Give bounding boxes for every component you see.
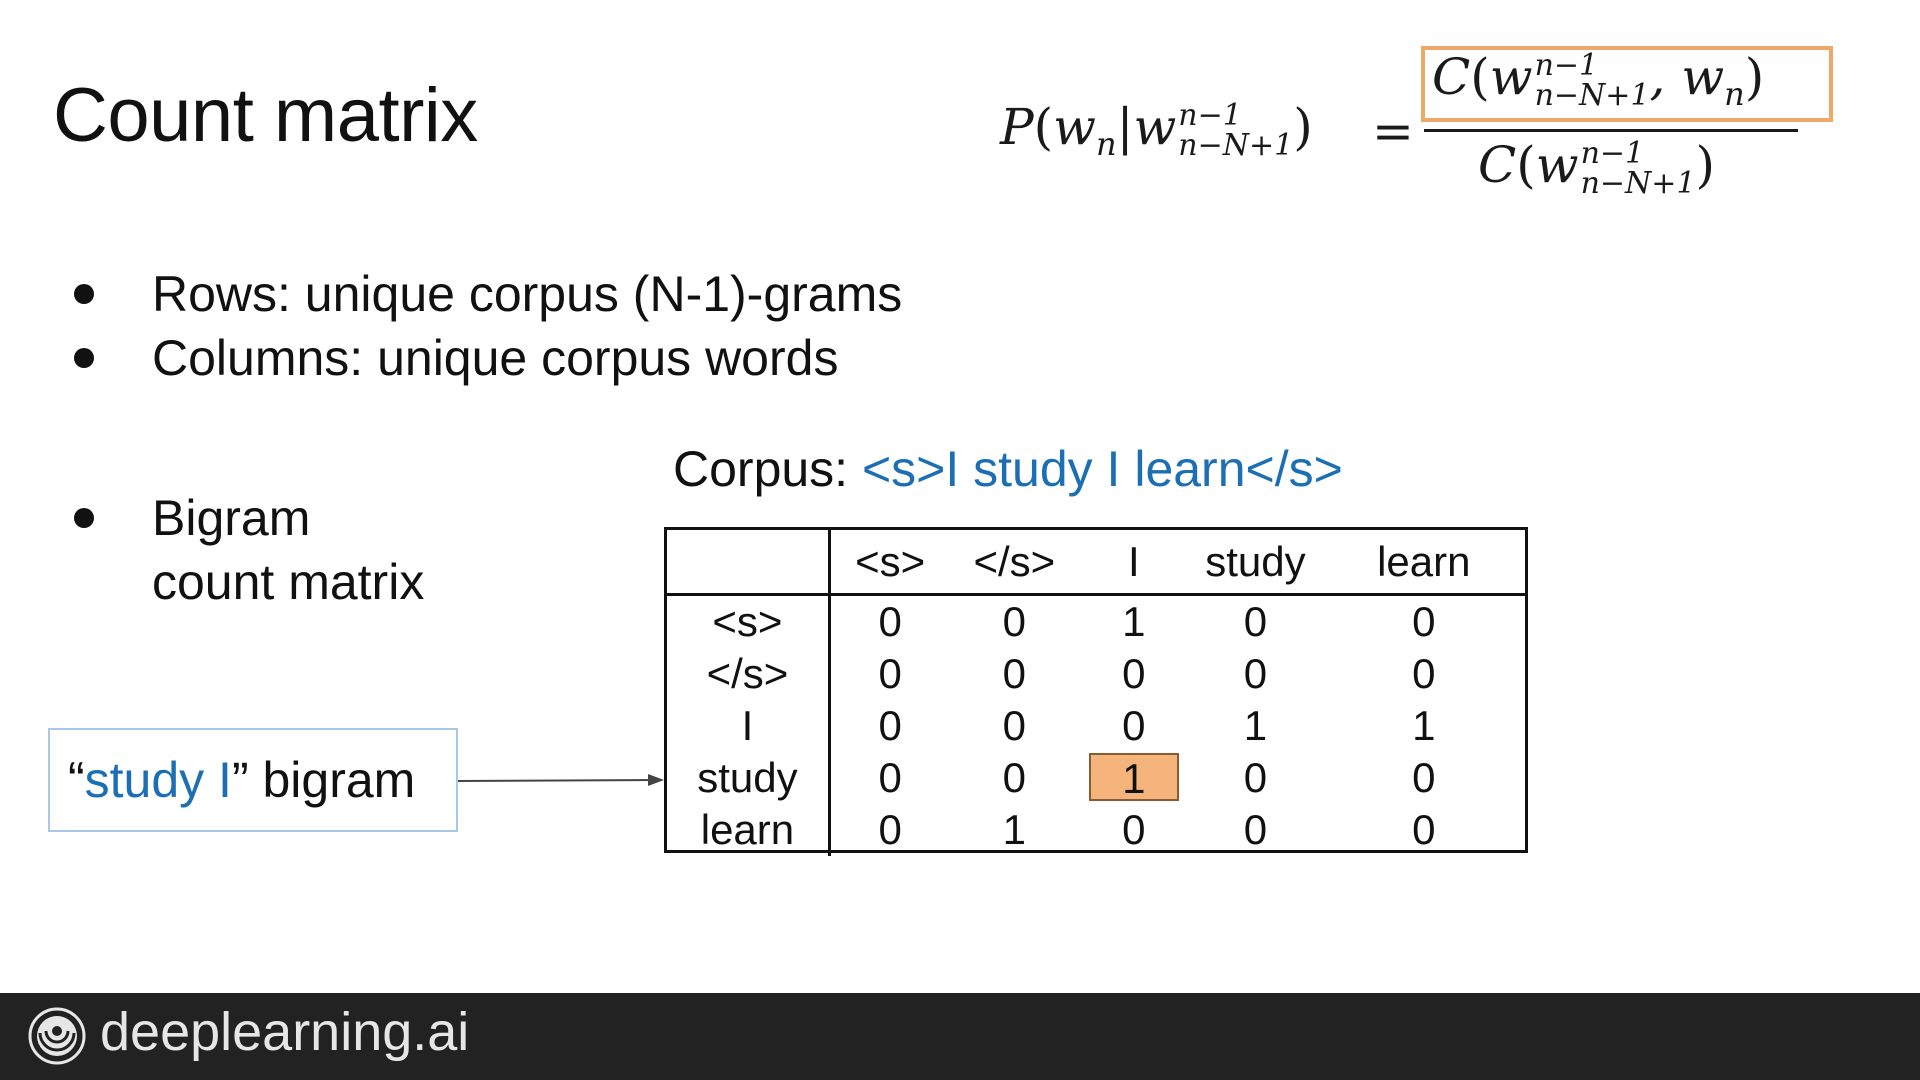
count-table: <s> </s> I study learn <s> 0 0 1 0 0 </s…	[667, 530, 1525, 856]
count-cell: 0	[1243, 806, 1268, 853]
count-cell: 0	[878, 598, 902, 645]
count-cell: 0	[1002, 650, 1027, 697]
count-cell: 1	[1412, 702, 1436, 749]
bullet-dot	[74, 284, 94, 304]
formula-equals: =	[1372, 102, 1414, 160]
table-row: </s> 0 0 0 0 0	[667, 648, 1525, 700]
bullet-text: Columns: unique corpus words	[152, 330, 839, 386]
count-cell: 0	[1122, 702, 1146, 749]
column-header: I	[1079, 530, 1189, 596]
corpus-line: Corpus: <s>I study I learn</s>	[673, 440, 1343, 498]
callout-arrow-icon	[458, 774, 664, 786]
bullet-dot	[74, 508, 94, 528]
count-cell: 0	[1002, 598, 1027, 645]
brand-name: deeplearning.ai	[100, 1002, 470, 1062]
count-cell: 0	[1412, 806, 1436, 853]
deeplearning-logo-icon	[28, 1007, 86, 1065]
formula-sub-n: n	[1095, 125, 1117, 163]
count-cell: 0	[1412, 598, 1436, 645]
definition-bullets: Rows: unique corpus (N-1)-grams Columns:…	[70, 262, 902, 390]
count-cell: 0	[1002, 702, 1027, 749]
count-cell: 0	[1412, 754, 1436, 801]
formula-lhs-supsub: n−1 n−N+1	[1178, 98, 1294, 163]
column-header: <s>	[829, 530, 950, 596]
highlighted-count-cell: 1	[1079, 752, 1188, 804]
count-cell: 0	[1002, 754, 1027, 801]
callout-highlight: study I	[84, 752, 232, 808]
count-cell: 0	[1243, 650, 1268, 697]
row-header: </s>	[667, 648, 831, 700]
corpus-text: <s>I study I learn</s>	[861, 441, 1343, 497]
count-cell: 0	[1122, 806, 1146, 853]
count-cell: 0	[878, 702, 902, 749]
formula-p: P	[1000, 98, 1034, 156]
bullet-dot	[74, 348, 94, 368]
formula-numerator: C(w n−1 n−N+1, wn)	[1432, 48, 1765, 113]
count-cell: 0	[1243, 598, 1268, 645]
bigram-line-2: count matrix	[152, 554, 425, 610]
formula-w: w	[1053, 98, 1096, 156]
count-cell: 1	[1002, 806, 1027, 853]
corpus-label: Corpus:	[673, 441, 862, 497]
formula-lhs: P(wn|w n−1 n−N+1)	[1000, 98, 1313, 163]
table-row: learn 0 1 0 0 0	[667, 804, 1525, 856]
formula-w2: w	[1133, 98, 1177, 156]
count-cell: 0	[878, 650, 902, 697]
count-cell: 0	[878, 806, 902, 853]
bigram-count-matrix: <s> </s> I study learn <s> 0 0 1 0 0 </s…	[664, 527, 1528, 856]
bullet-rows: Rows: unique corpus (N-1)-grams	[70, 262, 902, 326]
study-i-bigram-callout: “study I” bigram	[48, 728, 458, 832]
row-header: study	[667, 752, 831, 804]
footer-bar: deeplearning.ai	[0, 993, 1920, 1080]
formula-denominator: C(w n−1 n−N+1)	[1478, 136, 1716, 201]
table-row: I 0 0 0 1 1	[667, 700, 1525, 752]
study-i-highlight: 1	[1088, 753, 1179, 802]
probability-formula: P(wn|w n−1 n−N+1) = C(w n−1 n−N+1, wn) C(w n−…	[1000, 38, 1880, 218]
column-header: </s>	[949, 530, 1080, 596]
row-header: I	[667, 700, 831, 752]
count-cell: 0	[1243, 754, 1268, 801]
count-cell: 0	[1122, 650, 1146, 697]
count-cell: 1	[1122, 598, 1146, 645]
row-header: <s>	[667, 594, 831, 648]
bullet-columns: Columns: unique corpus words	[70, 326, 902, 390]
corner-cell	[667, 530, 831, 596]
table-row: study 0 0 1 0 0	[667, 752, 1525, 804]
count-cell: 0	[1412, 650, 1436, 697]
slide-title: Count matrix	[53, 73, 478, 158]
count-cell: 0	[878, 754, 902, 801]
count-cell: 1	[1243, 702, 1268, 749]
bullet-text: Rows: unique corpus (N-1)-grams	[152, 266, 903, 322]
table-row: <s> 0 0 1 0 0	[667, 594, 1525, 648]
row-header: learn	[667, 804, 831, 856]
column-header: learn	[1322, 530, 1525, 596]
bigram-bullet: Bigram count matrix	[70, 486, 424, 614]
fraction-line	[1424, 129, 1798, 132]
table-header-row: <s> </s> I study learn	[667, 530, 1525, 596]
column-header: study	[1188, 530, 1323, 596]
bigram-line-1: Bigram	[152, 490, 311, 546]
